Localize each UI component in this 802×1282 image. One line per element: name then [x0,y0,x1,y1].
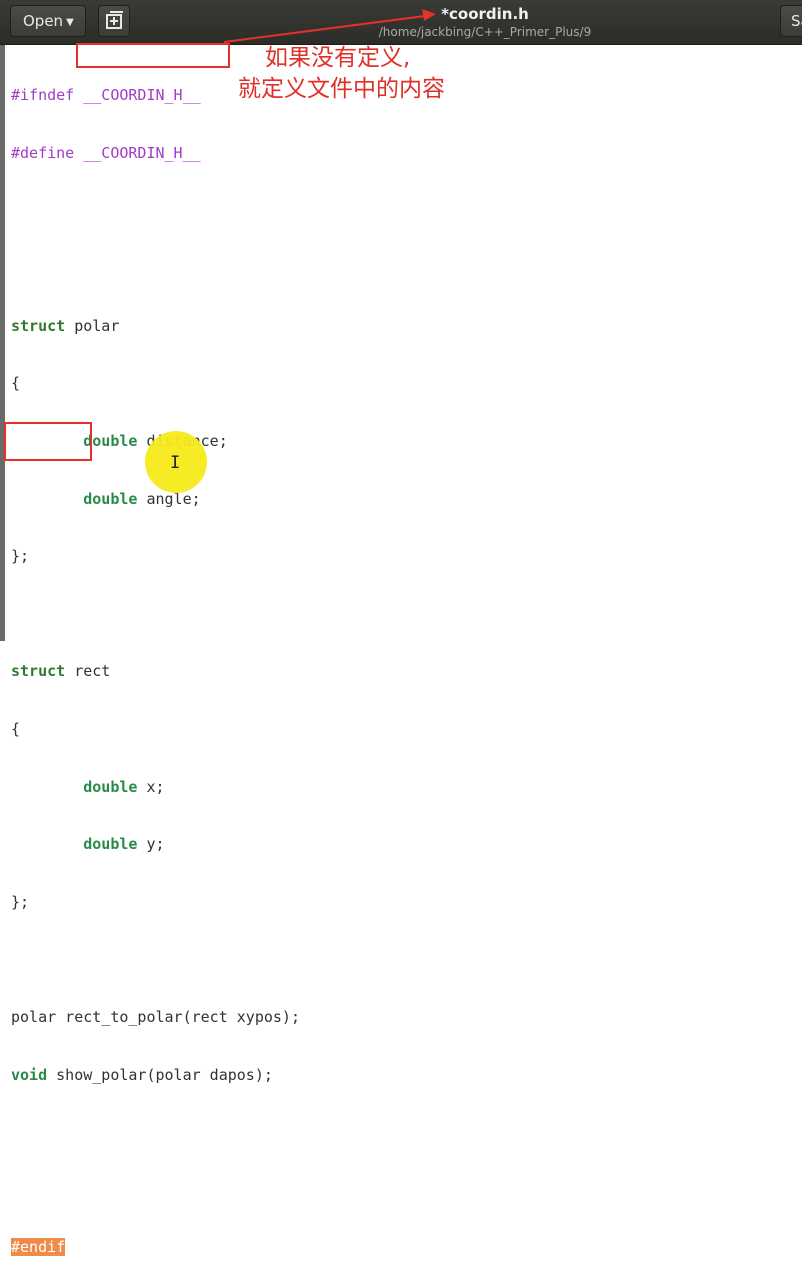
text-editor[interactable]: #ifndef __COORDIN_H__ #define __COORDIN_… [0,45,802,1257]
brace: { [11,719,21,738]
code-line: polar rect_to_polar(rect xypos); [11,1008,300,1027]
code-line: #define __COORDIN_H__ [11,144,300,163]
save-button-label: Save [791,12,802,30]
brace: }; [11,547,30,566]
keyword: struct [11,316,66,335]
document-path: /home/jackbing/C++_Primer_Plus/9 [378,25,592,39]
annotation-box-guard [76,43,230,68]
type-keyword: double [83,489,138,508]
macro-name: __COORDIN_H__ [83,86,201,105]
preprocessor-directive: #define [11,144,75,162]
code-line: double x; [11,778,300,797]
brace: }; [11,892,30,911]
annotation-text-line2: 就定义文件中的内容 [238,76,445,102]
code-line: struct polar [11,317,300,336]
function-declaration: polar rect_to_polar(rect xypos); [11,1007,300,1026]
open-button[interactable]: Open ▼ [10,5,86,37]
function-declaration: show_polar(polar dapos); [56,1065,273,1084]
document-title: *coordin.h [441,5,529,23]
preprocessor-directive: #ifndef [11,86,75,105]
code-line: void show_polar(polar dapos); [11,1066,300,1085]
text-cursor-icon: I [170,453,181,473]
chevron-down-icon: ▼ [66,17,74,28]
annotation-text-line1: 如果没有定义, [265,45,411,71]
code-line: }; [11,893,300,912]
code-line: }; [11,547,300,566]
member-name: y; [146,835,165,854]
member-name: x; [146,777,165,796]
header-bar: Open ▼ *coordin.h /home/jackbing/C++_Prim… [0,0,802,45]
save-button[interactable]: Save [780,5,802,37]
code-line: { [11,374,300,393]
code-line: double y; [11,835,300,854]
new-document-button[interactable] [98,5,130,37]
annotation-box-endif [4,422,92,461]
type-keyword: double [83,777,138,796]
type-keyword: void [11,1065,48,1084]
code-line: { [11,720,300,739]
type-keyword: double [83,835,138,854]
keyword: struct [11,662,66,681]
selected-text: #endif [11,1238,66,1257]
open-button-label: Open [23,12,64,30]
code-line: #endif [11,1238,300,1257]
macro-name: __COORDIN_H__ [83,144,201,162]
struct-name: polar [74,316,120,335]
struct-name: rect [74,662,111,681]
window-title: *coordin.h /home/jackbing/C++_Primer_Plu… [300,5,670,40]
new-document-icon [106,11,123,29]
code-line: struct rect [11,662,300,681]
brace: { [11,374,21,393]
code-view[interactable]: #ifndef __COORDIN_H__ #define __COORDIN_… [11,48,300,1282]
code-line: double angle; [11,490,300,509]
